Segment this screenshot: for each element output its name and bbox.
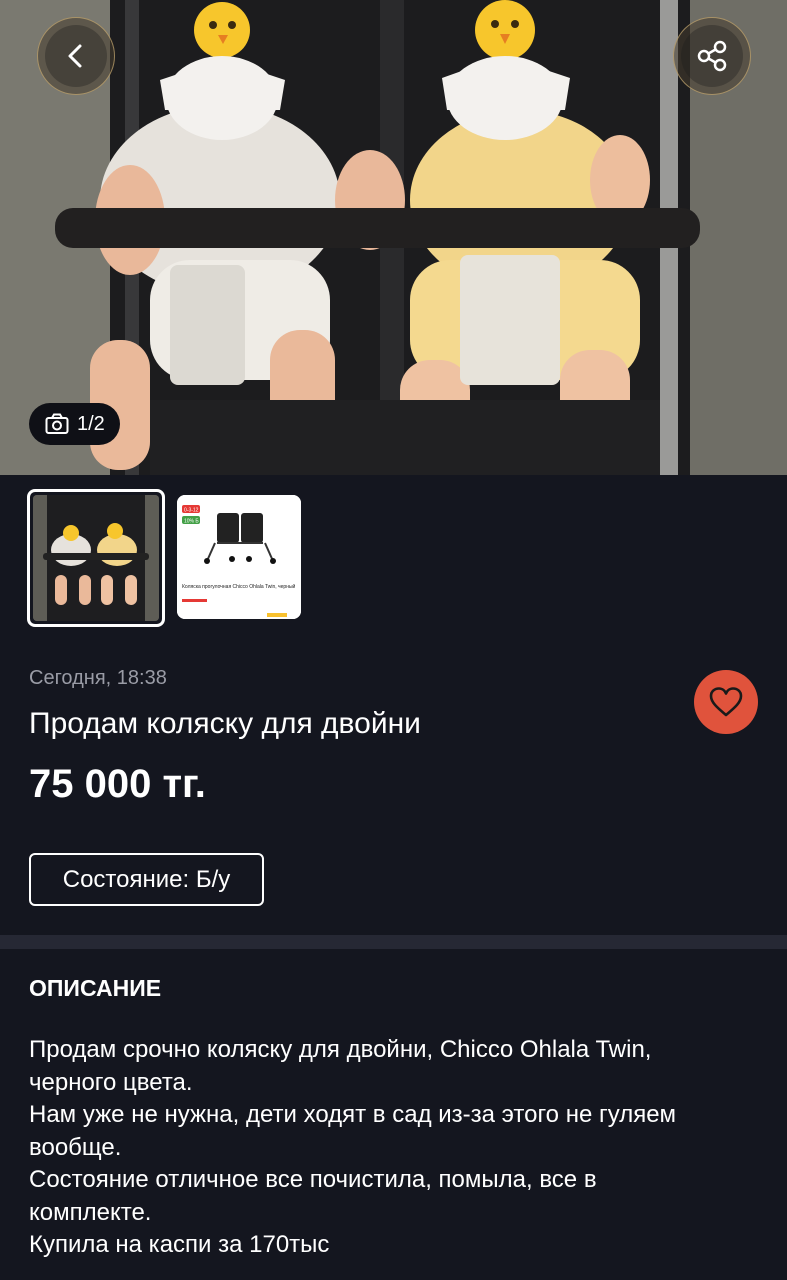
section-divider — [0, 935, 787, 949]
listing-date: Сегодня, 18:38 — [29, 667, 167, 689]
thumbnail-2-product-title: Коляска прогулочная Chicco Ohlala Twin, … — [182, 583, 296, 590]
description-line: Продам срочно коляску для двойни, Chicco… — [29, 1036, 652, 1063]
share-icon — [697, 40, 727, 72]
description-line: черного цвета. — [29, 1068, 193, 1096]
description-text: Продам срочно коляску для двойни, Chicco… — [29, 1034, 749, 1262]
photo-counter: 1/2 — [29, 403, 120, 445]
description-line: Состояние отличное все почистила, помыла… — [29, 1166, 597, 1193]
description-line: Купила на каспи за 170тыс — [29, 1231, 330, 1258]
listing-photo[interactable]: 1/2 — [0, 0, 787, 475]
thumbnail-2-badge-2: 10% Б — [184, 519, 199, 525]
thumbnail-2-image: 0-3-12 10% Б Коляска прогулочная Chicco … — [177, 495, 301, 619]
heart-icon — [709, 687, 743, 717]
description-line: Нам уже не нужна, дети ходят в сад из-за… — [29, 1101, 677, 1128]
description-line: комплекте. — [29, 1198, 152, 1226]
thumbnail-2[interactable]: 0-3-12 10% Б Коляска прогулочная Chicco … — [177, 495, 301, 619]
favorite-button[interactable] — [694, 670, 758, 734]
description-line: вообще. — [29, 1133, 122, 1161]
stroller-photo-image — [0, 0, 787, 475]
share-button[interactable] — [673, 17, 751, 95]
thumbnail-2-badge-1: 0-3-12 — [184, 508, 199, 514]
back-button[interactable] — [37, 17, 115, 95]
thumbnail-1[interactable] — [27, 489, 165, 627]
thumbnail-1-image — [33, 495, 159, 621]
chevron-left-icon — [68, 44, 82, 68]
camera-icon — [45, 413, 69, 434]
condition-badge: Состояние: Б/у — [29, 853, 264, 906]
photo-counter-text: 1/2 — [77, 412, 105, 435]
description-heading: ОПИСАНИЕ — [29, 975, 162, 1001]
listing-price: 75 000 тг. — [29, 762, 206, 806]
listing-title: Продам коляску для двойни — [29, 707, 421, 740]
